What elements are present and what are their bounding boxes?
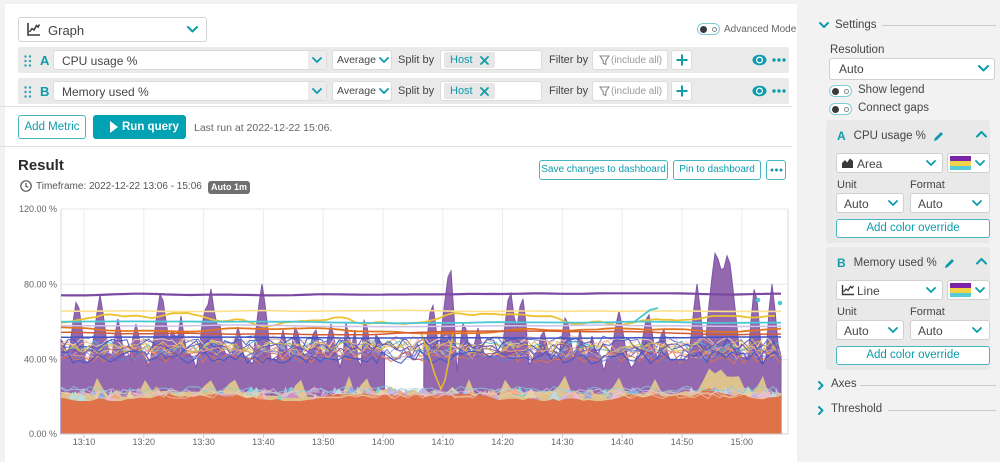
svg-text:40.00 %: 40.00 % xyxy=(24,355,57,365)
svg-text:14:00: 14:00 xyxy=(372,437,395,447)
svg-text:0.00 %: 0.00 % xyxy=(29,429,57,439)
svg-text:13:20: 13:20 xyxy=(133,437,156,447)
svg-text:14:20: 14:20 xyxy=(491,437,514,447)
svg-text:13:40: 13:40 xyxy=(252,437,275,447)
svg-text:120.00 %: 120.00 % xyxy=(19,204,57,214)
svg-text:14:10: 14:10 xyxy=(432,437,455,447)
svg-text:13:50: 13:50 xyxy=(312,437,335,447)
svg-text:13:30: 13:30 xyxy=(192,437,215,447)
svg-text:14:40: 14:40 xyxy=(611,437,634,447)
svg-text:80.00 %: 80.00 % xyxy=(24,279,57,289)
svg-text:14:50: 14:50 xyxy=(671,437,694,447)
svg-text:15:00: 15:00 xyxy=(731,437,754,447)
svg-text:14:30: 14:30 xyxy=(551,437,574,447)
svg-text:13:10: 13:10 xyxy=(73,437,96,447)
